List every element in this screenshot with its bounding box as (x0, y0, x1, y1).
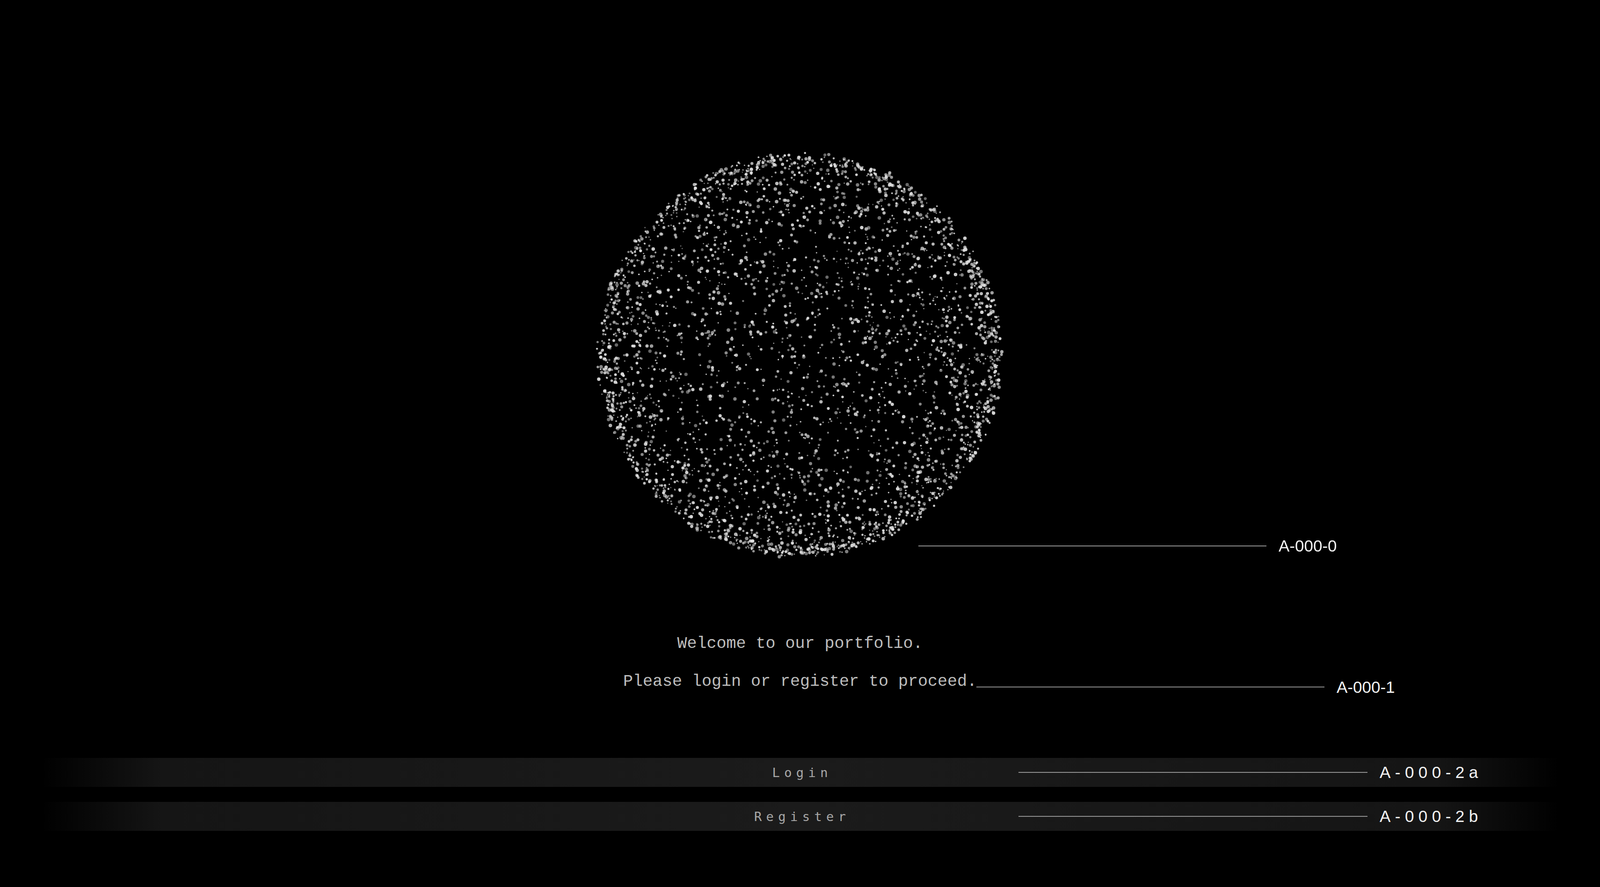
annotation-label: A-000-0 (1278, 534, 1338, 558)
annotation: A-000-2b (1018, 805, 1483, 828)
register-button[interactable]: Register A-000-2b (40, 801, 1560, 831)
auth-buttons: Login A-000-2a Register A-000-2b (0, 757, 1600, 831)
annotation-line (918, 545, 1267, 547)
button-label: Register (749, 809, 851, 824)
annotation: A-000-0 (918, 534, 1338, 558)
annotation-label: A-000-2b (1379, 805, 1483, 828)
annotation-line (1018, 771, 1368, 773)
hero: A-000-0 (0, 0, 1600, 566)
button-label: Login (767, 765, 833, 780)
intro-line: Please login or register to proceed. (623, 662, 977, 701)
annotation-line (1018, 815, 1368, 817)
annotation: A-000-2a (1018, 761, 1483, 784)
annotation-label: A-000-2a (1379, 761, 1483, 784)
intro-text: Welcome to our portfolio.Please login or… (0, 625, 1600, 701)
intro-line: Welcome to our portfolio. (676, 625, 923, 663)
annotation: A-000-1 (976, 666, 1396, 708)
particle-sphere (589, 144, 1011, 566)
annotation-label: A-000-1 (1336, 666, 1396, 708)
annotation-line (976, 686, 1325, 688)
login-button[interactable]: Login A-000-2a (40, 757, 1560, 787)
